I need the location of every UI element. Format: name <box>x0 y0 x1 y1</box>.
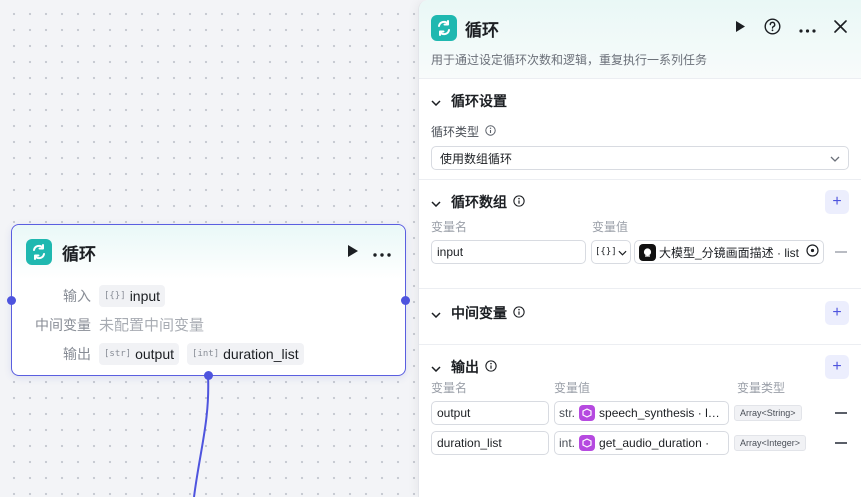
output-name-input[interactable]: duration_list <box>431 431 549 455</box>
col-header-value: 变量值 <box>592 220 629 234</box>
chevron-down-icon <box>830 151 840 165</box>
tag-type: [int] <box>192 348 220 359</box>
chevron-down-icon[interactable] <box>431 360 441 375</box>
chevron-down-icon[interactable] <box>431 94 441 109</box>
chevron-down-icon <box>618 245 627 259</box>
output-ref-select[interactable]: int. get_audio_duration · <box>554 431 729 455</box>
output-label: 输出 <box>63 345 91 362</box>
variable-ref-text: 大模型_分镜画面描述 · list <box>659 245 800 260</box>
remove-row-icon[interactable] <box>835 251 847 253</box>
node-header: 循环 <box>12 225 405 279</box>
col-header-type: 变量类型 <box>737 381 786 395</box>
info-icon[interactable] <box>513 194 525 210</box>
input-label: 输入 <box>63 287 91 304</box>
intermediate-empty-text: 未配置中间变量 <box>99 317 205 334</box>
output-row: output str. speech_synthesis · l… Array<… <box>431 401 849 425</box>
loop-icon <box>431 15 457 41</box>
intermediate-label: 中间变量 <box>35 316 91 333</box>
llm-icon <box>639 243 656 261</box>
type-badge: Array<Integer> <box>734 435 807 451</box>
panel-title: 循环 <box>465 20 499 40</box>
tag-name: input <box>129 287 161 304</box>
panel-description: 用于通过设定循环次数和逻辑，重复执行一系列任务 <box>431 53 708 67</box>
section-title: 中间变量 <box>451 305 507 321</box>
add-loop-array-button[interactable]: + <box>825 190 849 214</box>
type-badge: Array<String> <box>734 405 802 421</box>
type-prefix: [{}] <box>595 247 617 257</box>
output-section: 输出 + 变量名 变量值 变量类型 output str. speech_syn… <box>419 344 861 497</box>
loop-type-select[interactable]: 使用数组循环 <box>431 146 849 170</box>
col-header-value: 变量值 <box>554 381 591 395</box>
chevron-down-icon[interactable] <box>431 195 441 210</box>
node-config-panel: 循环 用于通过设定循环次数和逻辑，重复执行一系列任务 循环设置 循环类型 使用数… <box>418 0 861 497</box>
loop-type-label-text: 循环类型 <box>431 125 480 139</box>
col-header-name: 变量名 <box>431 220 468 234</box>
loop-type-value: 使用数组循环 <box>440 151 513 166</box>
info-icon[interactable] <box>485 124 496 139</box>
col-header-name: 变量名 <box>431 381 468 395</box>
section-title: 输出 <box>451 359 479 375</box>
tag-type: [{}] <box>104 290 126 301</box>
output-port[interactable] <box>401 296 410 305</box>
more-icon[interactable] <box>799 21 816 36</box>
loop-type-label: 循环类型 <box>431 123 849 140</box>
node-title: 循环 <box>62 244 96 264</box>
tag-name: output <box>135 345 175 362</box>
variable-name-input[interactable]: input <box>431 240 586 264</box>
output-name-input[interactable]: output <box>431 401 549 425</box>
target-icon[interactable] <box>806 244 819 260</box>
loop-node[interactable]: 循环 输入 [{}] input 中间变量 未配置中间变量 输出 [str] out… <box>11 224 406 376</box>
loop-settings-header[interactable]: 循环设置 <box>431 79 849 123</box>
info-icon[interactable] <box>513 305 525 321</box>
panel-header: 循环 用于通过设定循环次数和逻辑，重复执行一系列任务 <box>419 0 861 78</box>
intermediate-section: 中间变量 + <box>419 288 861 344</box>
remove-row-icon[interactable] <box>835 412 847 414</box>
plugin-icon <box>579 405 596 421</box>
duration-list-tag: [int] duration_list <box>187 342 304 365</box>
input-port[interactable] <box>7 296 16 305</box>
bottom-port[interactable] <box>204 371 213 380</box>
chevron-down-icon[interactable] <box>431 306 441 321</box>
more-icon[interactable] <box>373 245 391 260</box>
intermediate-header[interactable]: 中间变量 + <box>431 289 849 337</box>
variable-ref-select[interactable]: 大模型_分镜画面描述 · list <box>634 240 824 264</box>
node-intermediate-row: 中间变量 未配置中间变量 <box>12 310 405 339</box>
section-title: 循环数组 <box>451 194 507 210</box>
loop-settings-section: 循环设置 循环类型 使用数组循环 <box>419 78 861 179</box>
node-input-row: 输入 [{}] input <box>12 281 405 310</box>
type-select[interactable]: [{}] <box>591 240 631 264</box>
output-ref-text: speech_synthesis · l… <box>599 406 720 420</box>
tag-name: duration_list <box>223 345 299 362</box>
loop-icon <box>26 239 52 265</box>
plugin-icon <box>579 435 596 451</box>
help-icon[interactable] <box>764 18 781 38</box>
add-intermediate-button[interactable]: + <box>825 301 849 325</box>
output-row: duration_list int. get_audio_duration · … <box>431 431 849 455</box>
type-prefix: str. <box>559 406 576 420</box>
info-icon[interactable] <box>485 359 497 375</box>
close-icon[interactable] <box>834 20 847 36</box>
output-tag: [str] output <box>99 342 180 365</box>
node-output-row: 输出 [str] output [int] duration_list <box>12 339 405 368</box>
section-title: 循环设置 <box>451 93 507 109</box>
run-icon[interactable] <box>347 244 359 261</box>
output-ref-text: get_audio_duration · <box>599 436 710 450</box>
add-output-button[interactable]: + <box>825 355 849 379</box>
loop-array-section: 循环数组 + 变量名 变量值 input [{}] 大模型_分镜画面描述 · l… <box>419 179 861 288</box>
tag-type: [str] <box>104 348 132 359</box>
run-icon[interactable] <box>735 20 746 36</box>
remove-row-icon[interactable] <box>835 442 847 444</box>
input-tag: [{}] input <box>99 284 166 307</box>
output-ref-select[interactable]: str. speech_synthesis · l… <box>554 401 729 425</box>
type-prefix: int. <box>559 436 576 450</box>
loop-array-row: input [{}] 大模型_分镜画面描述 · list <box>431 240 849 264</box>
